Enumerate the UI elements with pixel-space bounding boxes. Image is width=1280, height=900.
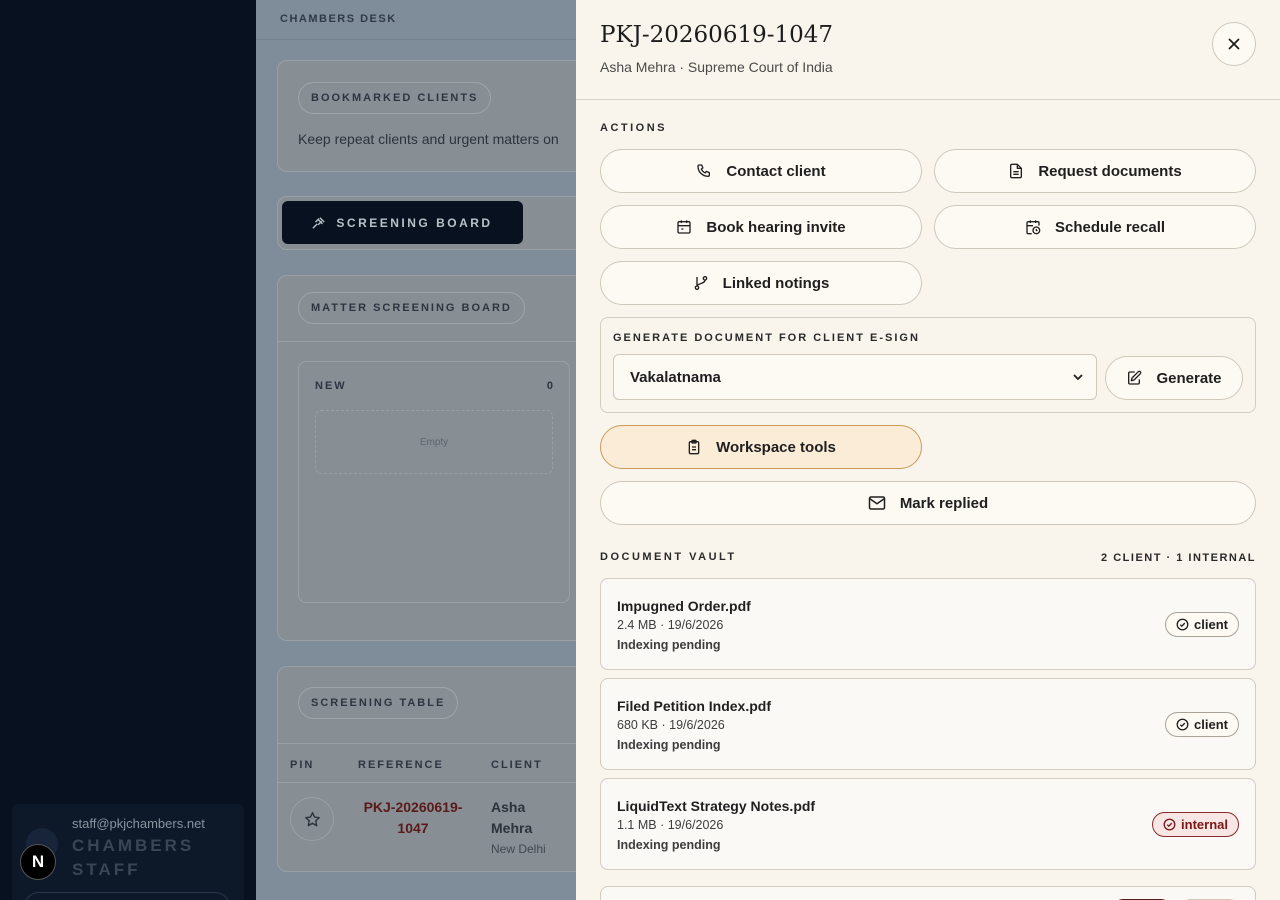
generate-document-section: GENERATE DOCUMENT FOR CLIENT E-SIGN Vaka… (600, 317, 1256, 413)
document-status: Indexing pending (617, 638, 721, 652)
contact-client-label: Contact client (726, 162, 826, 180)
client-name: Asha Mehra (491, 799, 533, 836)
document-card[interactable] (600, 886, 1256, 900)
check-circle-icon (1163, 818, 1176, 831)
col-header-reference[interactable]: REFERENCE (358, 759, 444, 771)
document-name[interactable]: LiquidText Strategy Notes.pdf (617, 798, 815, 814)
drawer-header: PKJ-20260619-1047 Asha Mehra · Supreme C… (576, 0, 1280, 100)
edit-document-icon (1128, 370, 1142, 385)
book-hearing-label: Book hearing invite (706, 218, 846, 236)
document-meta: 1.1 MB · 19/6/2026 (617, 818, 724, 832)
pin-star-button[interactable] (290, 797, 334, 841)
contact-client-button[interactable]: Contact client (600, 149, 922, 193)
table-title: SCREENING TABLE (298, 687, 459, 719)
check-circle-icon (1176, 718, 1189, 731)
user-role: CHAMBERS STAFF (72, 836, 195, 879)
calendar-clock-icon (1026, 220, 1041, 235)
visibility-tag-label: client (1194, 717, 1228, 732)
visibility-tag-label: client (1194, 617, 1228, 632)
visibility-tag-label: internal (1181, 817, 1228, 832)
col-header-pin[interactable]: PIN (290, 759, 314, 771)
document-status: Indexing pending (617, 738, 721, 752)
calendar-icon (677, 220, 692, 234)
column-count: 0 (546, 380, 553, 392)
star-icon (304, 811, 320, 826)
document-vault-label: DOCUMENT VAULT (600, 551, 737, 563)
app-badge[interactable]: N (20, 844, 56, 880)
document-meta: 2.4 MB · 19/6/2026 (617, 618, 724, 632)
document-card[interactable]: Filed Petition Index.pdf 680 KB · 19/6/2… (600, 678, 1256, 770)
mark-replied-button[interactable]: Mark replied (600, 481, 1256, 525)
document-card[interactable]: Impugned Order.pdf 2.4 MB · 19/6/2026 In… (600, 578, 1256, 670)
board-title: MATTER SCREENING BOARD (298, 292, 525, 324)
linked-notings-label: Linked notings (722, 274, 830, 292)
workspace-tools-label: Workspace tools (716, 438, 836, 456)
client-location: New Delhi (491, 842, 546, 856)
document-type-value: Vakalatnama (630, 368, 721, 386)
request-documents-label: Request documents (1038, 162, 1182, 180)
mail-icon (868, 496, 886, 510)
visibility-tag[interactable]: client (1165, 612, 1239, 637)
mark-replied-label: Mark replied (899, 494, 989, 512)
matter-reference[interactable]: PKJ-20260619-1047 (358, 797, 468, 839)
board-column-new: NEW 0 Empty (298, 361, 570, 603)
schedule-recall-label: Schedule recall (1054, 218, 1166, 236)
linked-notings-button[interactable]: Linked notings (600, 261, 922, 305)
document-name[interactable]: Impugned Order.pdf (617, 598, 751, 614)
file-text-icon (1010, 163, 1023, 179)
empty-dropzone: Empty (315, 410, 553, 474)
matter-drawer: PKJ-20260619-1047 Asha Mehra · Supreme C… (576, 0, 1280, 900)
document-status: Indexing pending (617, 838, 721, 852)
drawer-title: PKJ-20260619-1047 (600, 22, 834, 48)
visibility-tag[interactable]: internal (1152, 812, 1239, 837)
document-meta: 680 KB · 19/6/2026 (617, 718, 725, 732)
schedule-recall-button[interactable]: Schedule recall (934, 205, 1256, 249)
document-vault-count: 2 CLIENT · 1 INTERNAL (1101, 552, 1256, 564)
user-menu-button[interactable] (24, 892, 230, 900)
generate-label: GENERATE DOCUMENT FOR CLIENT E-SIGN (613, 332, 920, 344)
bookmarked-clients-text: Keep repeat clients and urgent matters o… (298, 131, 559, 147)
workspace-tools-button[interactable]: Workspace tools (600, 425, 922, 469)
visibility-tag[interactable]: client (1165, 712, 1239, 737)
close-button[interactable] (1212, 22, 1256, 66)
close-icon (1228, 38, 1240, 50)
gavel-icon (312, 216, 326, 229)
document-type-select[interactable]: Vakalatnama (613, 354, 1097, 400)
actions-label: ACTIONS (600, 122, 667, 134)
bookmarked-clients-title: BOOKMARKED CLIENTS (298, 82, 492, 114)
screening-board-label: SCREENING BOARD (336, 215, 493, 230)
book-hearing-button[interactable]: Book hearing invite (600, 205, 922, 249)
sidebar: staff@pkjchambers.net CHAMBERS STAFF N (0, 0, 256, 900)
document-name[interactable]: Filed Petition Index.pdf (617, 698, 771, 714)
clipboard-icon (688, 439, 700, 455)
check-circle-icon (1176, 618, 1189, 631)
column-title: NEW (315, 380, 347, 392)
request-documents-button[interactable]: Request documents (934, 149, 1256, 193)
page-title: CHAMBERS DESK (280, 13, 397, 25)
screening-board-tab[interactable]: SCREENING BOARD (282, 201, 523, 244)
drawer-subtitle: Asha Mehra · Supreme Court of India (600, 59, 833, 75)
generate-button[interactable]: Generate (1105, 356, 1243, 400)
chevron-down-icon (1073, 374, 1083, 381)
phone-icon (697, 164, 711, 177)
git-branch-icon (694, 276, 707, 290)
document-card[interactable]: LiquidText Strategy Notes.pdf 1.1 MB · 1… (600, 778, 1256, 870)
user-email: staff@pkjchambers.net (72, 816, 205, 831)
col-header-client[interactable]: CLIENT (491, 759, 543, 771)
generate-label-text: Generate (1156, 369, 1222, 387)
